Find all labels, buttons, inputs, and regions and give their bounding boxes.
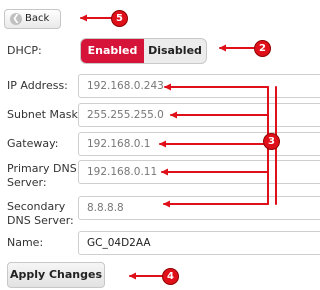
back-button[interactable]: ❮ Back [4, 9, 61, 29]
primary-dns-label-line1: Primary DNS [7, 162, 77, 175]
secondary-dns-field[interactable]: 8.8.8.8 [78, 196, 320, 220]
subnet-mask-field[interactable]: 255.255.255.0 [78, 103, 320, 127]
gateway-label: Gateway: [7, 137, 59, 150]
name-label: Name: [7, 236, 44, 249]
callout-badge-4: 4 [162, 268, 179, 285]
secondary-dns-label: Secondary DNS Server: [7, 200, 74, 228]
callout-badge-3: 3 [263, 133, 280, 150]
chevron-left-icon: ❮ [10, 13, 22, 25]
primary-dns-label: Primary DNS Server: [7, 162, 77, 190]
secondary-dns-label-line2: DNS Server: [7, 214, 74, 227]
primary-dns-field[interactable]: 192.168.0.11 [78, 160, 320, 184]
ip-address-label: IP Address: [7, 79, 68, 92]
ip-address-field[interactable]: 192.168.0.243 [78, 74, 320, 98]
dhcp-disabled-option[interactable]: Disabled [144, 39, 206, 63]
gateway-field[interactable]: 192.168.0.1 [78, 132, 320, 156]
primary-dns-label-line2: Server: [7, 176, 47, 189]
callout-badge-5: 5 [111, 10, 128, 27]
subnet-mask-label: Subnet Mask: [7, 108, 82, 121]
callout-badge-2: 2 [254, 40, 271, 57]
dhcp-toggle[interactable]: Enabled Disabled [80, 38, 207, 64]
name-field[interactable]: GC_04D2AA [78, 231, 320, 255]
secondary-dns-label-line1: Secondary [7, 200, 66, 213]
dhcp-enabled-option[interactable]: Enabled [81, 39, 144, 63]
dhcp-label: DHCP: [7, 44, 42, 57]
back-button-label: Back [25, 13, 50, 24]
apply-changes-button[interactable]: Apply Changes [7, 262, 105, 288]
